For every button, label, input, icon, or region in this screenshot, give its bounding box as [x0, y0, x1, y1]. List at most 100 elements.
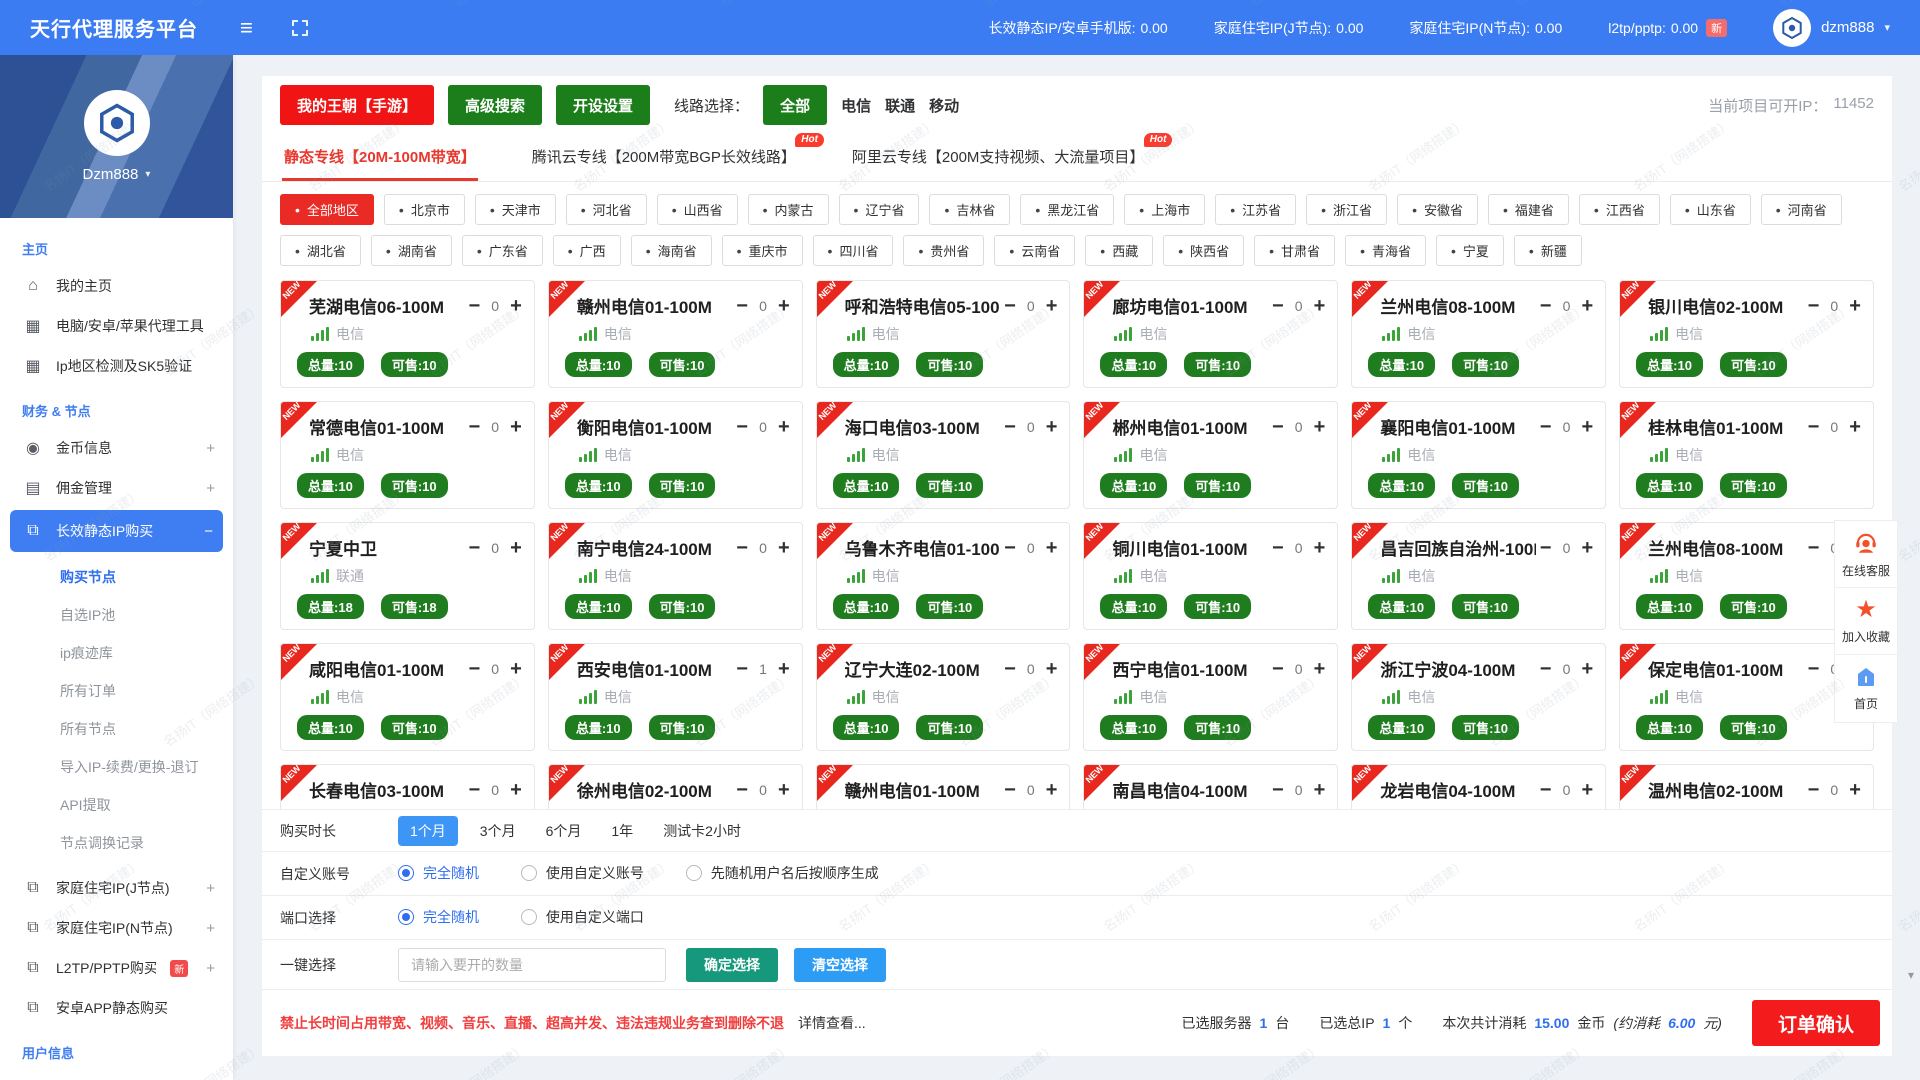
- increase-button[interactable]: +: [510, 538, 522, 558]
- region-filter[interactable]: • 新疆: [1514, 235, 1582, 266]
- decrease-button[interactable]: −: [1272, 417, 1284, 437]
- region-filter[interactable]: • 陕西省: [1163, 235, 1244, 266]
- port-option-radio[interactable]: 完全随机: [398, 907, 479, 927]
- decrease-button[interactable]: −: [1540, 780, 1552, 800]
- account-option-radio[interactable]: 使用自定义账号: [521, 863, 644, 883]
- fullscreen-icon[interactable]: [291, 19, 309, 37]
- line-tab[interactable]: 阿里云专线【200M支持视频、大流量项目】 Hot: [850, 134, 1147, 181]
- region-filter[interactable]: • 福建省: [1488, 194, 1569, 225]
- region-filter[interactable]: • 黑龙江省: [1020, 194, 1114, 225]
- decrease-button[interactable]: −: [1004, 538, 1016, 558]
- my-project-button[interactable]: 我的王朝【手游】: [280, 85, 434, 125]
- user-menu[interactable]: dzm888 ▾: [1773, 9, 1890, 47]
- region-filter[interactable]: • 甘肃省: [1254, 235, 1335, 266]
- region-filter[interactable]: • 云南省: [994, 235, 1075, 266]
- node-card[interactable]: NEW 赣州电信01-100M − 0 + 电信 总量:: [548, 280, 803, 388]
- sidebar-subitem[interactable]: 自选IP池: [0, 596, 233, 634]
- region-filter[interactable]: • 内蒙古: [748, 194, 829, 225]
- sidebar-subitem[interactable]: 节点调换记录: [0, 824, 233, 862]
- node-card[interactable]: NEW 昌吉回族自治州-100M − 0 + 电信 总量: [1351, 522, 1606, 630]
- sidebar-item[interactable]: ⧉ 家庭住宅IP(J节点) +: [0, 868, 233, 908]
- expand-toggle-icon[interactable]: +: [206, 440, 215, 457]
- decrease-button[interactable]: −: [1272, 780, 1284, 800]
- node-card[interactable]: NEW 银川电信02-100M − 0 + 电信 总量:: [1619, 280, 1874, 388]
- increase-button[interactable]: +: [778, 417, 790, 437]
- duration-option[interactable]: 3个月: [480, 823, 516, 839]
- node-card[interactable]: NEW 海口电信03-100M − 0 + 电信 总量:: [816, 401, 1071, 509]
- increase-button[interactable]: +: [1046, 659, 1058, 679]
- increase-button[interactable]: +: [510, 417, 522, 437]
- region-filter[interactable]: • 安徽省: [1397, 194, 1478, 225]
- duration-option[interactable]: 测试卡2小时: [663, 823, 741, 839]
- balance-stat[interactable]: 家庭住宅IP(J节点): 0.00: [1214, 18, 1364, 38]
- node-card[interactable]: NEW 咸阳电信01-100M − 0 + 电信 总量:: [280, 643, 535, 751]
- region-filter[interactable]: • 广西: [553, 235, 621, 266]
- increase-button[interactable]: +: [1849, 296, 1861, 316]
- increase-button[interactable]: +: [1849, 780, 1861, 800]
- home-button[interactable]: 首页: [1835, 655, 1897, 722]
- sidebar-item[interactable]: ⧉ L2TP/PPTP购买 新 +: [0, 948, 233, 988]
- balance-stat[interactable]: 家庭住宅IP(N节点): 0.00: [1409, 18, 1562, 38]
- region-filter[interactable]: • 河南省: [1761, 194, 1842, 225]
- region-filter[interactable]: • 山东省: [1670, 194, 1751, 225]
- node-card[interactable]: NEW 兰州电信08-100M − 0 + 电信 总量:: [1351, 280, 1606, 388]
- expand-toggle-icon[interactable]: +: [206, 920, 215, 937]
- decrease-button[interactable]: −: [1540, 417, 1552, 437]
- region-filter[interactable]: • 江苏省: [1215, 194, 1296, 225]
- decrease-button[interactable]: −: [1540, 659, 1552, 679]
- expand-toggle-icon[interactable]: +: [206, 480, 215, 497]
- decrease-button[interactable]: −: [1540, 296, 1552, 316]
- increase-button[interactable]: +: [1314, 417, 1326, 437]
- order-confirm-button[interactable]: 订单确认: [1752, 1000, 1880, 1046]
- decrease-button[interactable]: −: [1808, 296, 1820, 316]
- line-option[interactable]: 电信: [841, 95, 871, 116]
- sidebar-subitem[interactable]: 购买节点: [0, 558, 233, 596]
- region-filter[interactable]: • 宁夏: [1436, 235, 1504, 266]
- expand-toggle-icon[interactable]: +: [206, 880, 215, 897]
- increase-button[interactable]: +: [778, 659, 790, 679]
- scroll-down-caret[interactable]: ▾: [1908, 968, 1914, 982]
- decrease-button[interactable]: −: [1272, 296, 1284, 316]
- decrease-button[interactable]: −: [736, 780, 748, 800]
- detail-link[interactable]: 详情查看...: [798, 1013, 866, 1033]
- open-settings-button[interactable]: 开设设置: [556, 85, 650, 125]
- node-card[interactable]: NEW 廊坊电信01-100M − 0 + 电信 总量:: [1083, 280, 1338, 388]
- node-card[interactable]: NEW 南昌电信04-100M − 0 + 电信 总量:: [1083, 764, 1338, 809]
- sidebar-subitem[interactable]: 所有节点: [0, 710, 233, 748]
- sidebar-item[interactable]: ⧉ 家庭住宅IP(N节点) +: [0, 908, 233, 948]
- customer-service-button[interactable]: 在线客服: [1835, 521, 1897, 588]
- sidebar-item[interactable]: ⧉ 安卓APP静态购买: [0, 988, 233, 1028]
- node-card[interactable]: NEW 宁夏中卫 − 0 + 联通 总量:18: [280, 522, 535, 630]
- sidebar-item[interactable]: ▤ 佣金管理 +: [0, 468, 233, 508]
- sidebar-item[interactable]: ⧉ 长效静态IP购买 −: [10, 510, 223, 552]
- sidebar-item[interactable]: ▦ 电脑/安卓/苹果代理工具: [0, 306, 233, 346]
- decrease-button[interactable]: −: [736, 538, 748, 558]
- expand-toggle-icon[interactable]: +: [206, 960, 215, 977]
- decrease-button[interactable]: −: [1004, 417, 1016, 437]
- decrease-button[interactable]: −: [1004, 659, 1016, 679]
- line-tab[interactable]: 静态专线【20M-100M带宽】: [282, 134, 478, 181]
- decrease-button[interactable]: −: [468, 538, 480, 558]
- node-card[interactable]: NEW 赣州电信01-100M − 0 + 电信 总量:: [816, 764, 1071, 809]
- decrease-button[interactable]: −: [1272, 659, 1284, 679]
- decrease-button[interactable]: −: [1808, 538, 1820, 558]
- node-card[interactable]: NEW 辽宁大连02-100M − 0 + 电信 总量:: [816, 643, 1071, 751]
- line-option[interactable]: 移动: [929, 95, 959, 116]
- node-card[interactable]: NEW 乌鲁木齐电信01-100M − 0 + 电信 总: [816, 522, 1071, 630]
- node-card[interactable]: NEW 南宁电信24-100M − 0 + 电信 总量:: [548, 522, 803, 630]
- region-filter[interactable]: • 浙江省: [1306, 194, 1387, 225]
- sidebar-subitem[interactable]: 所有订单: [0, 672, 233, 710]
- increase-button[interactable]: +: [1581, 659, 1593, 679]
- line-option[interactable]: 联通: [885, 95, 915, 116]
- decrease-button[interactable]: −: [1808, 417, 1820, 437]
- increase-button[interactable]: +: [1314, 659, 1326, 679]
- increase-button[interactable]: +: [1581, 780, 1593, 800]
- node-card[interactable]: NEW 西安电信01-100M − 1 + 电信 总量:: [548, 643, 803, 751]
- decrease-button[interactable]: −: [468, 417, 480, 437]
- region-filter[interactable]: • 上海市: [1124, 194, 1205, 225]
- decrease-button[interactable]: −: [736, 417, 748, 437]
- decrease-button[interactable]: −: [468, 780, 480, 800]
- region-filter[interactable]: • 吉林省: [929, 194, 1010, 225]
- node-card[interactable]: NEW 龙岩电信04-100M − 0 + 电信 总量:: [1351, 764, 1606, 809]
- increase-button[interactable]: +: [1581, 417, 1593, 437]
